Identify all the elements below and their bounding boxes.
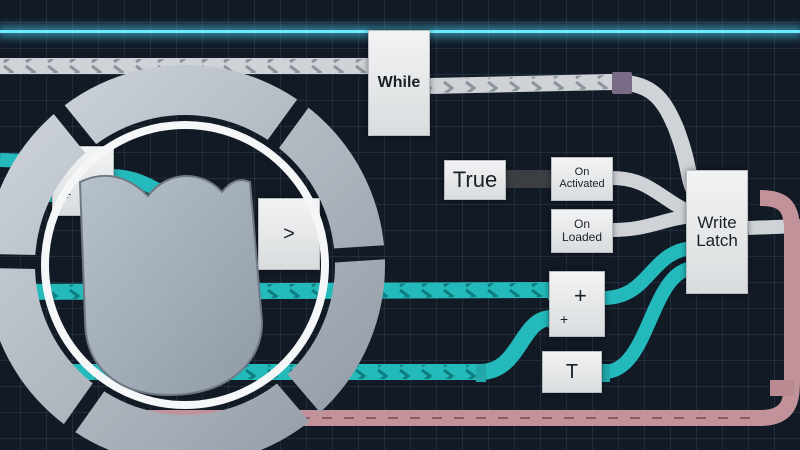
logo-shield	[78, 174, 264, 397]
shield-ring-logo	[0, 65, 385, 450]
node-graph-canvas[interactable]: While True On Activated On Loaded Write …	[0, 0, 800, 450]
